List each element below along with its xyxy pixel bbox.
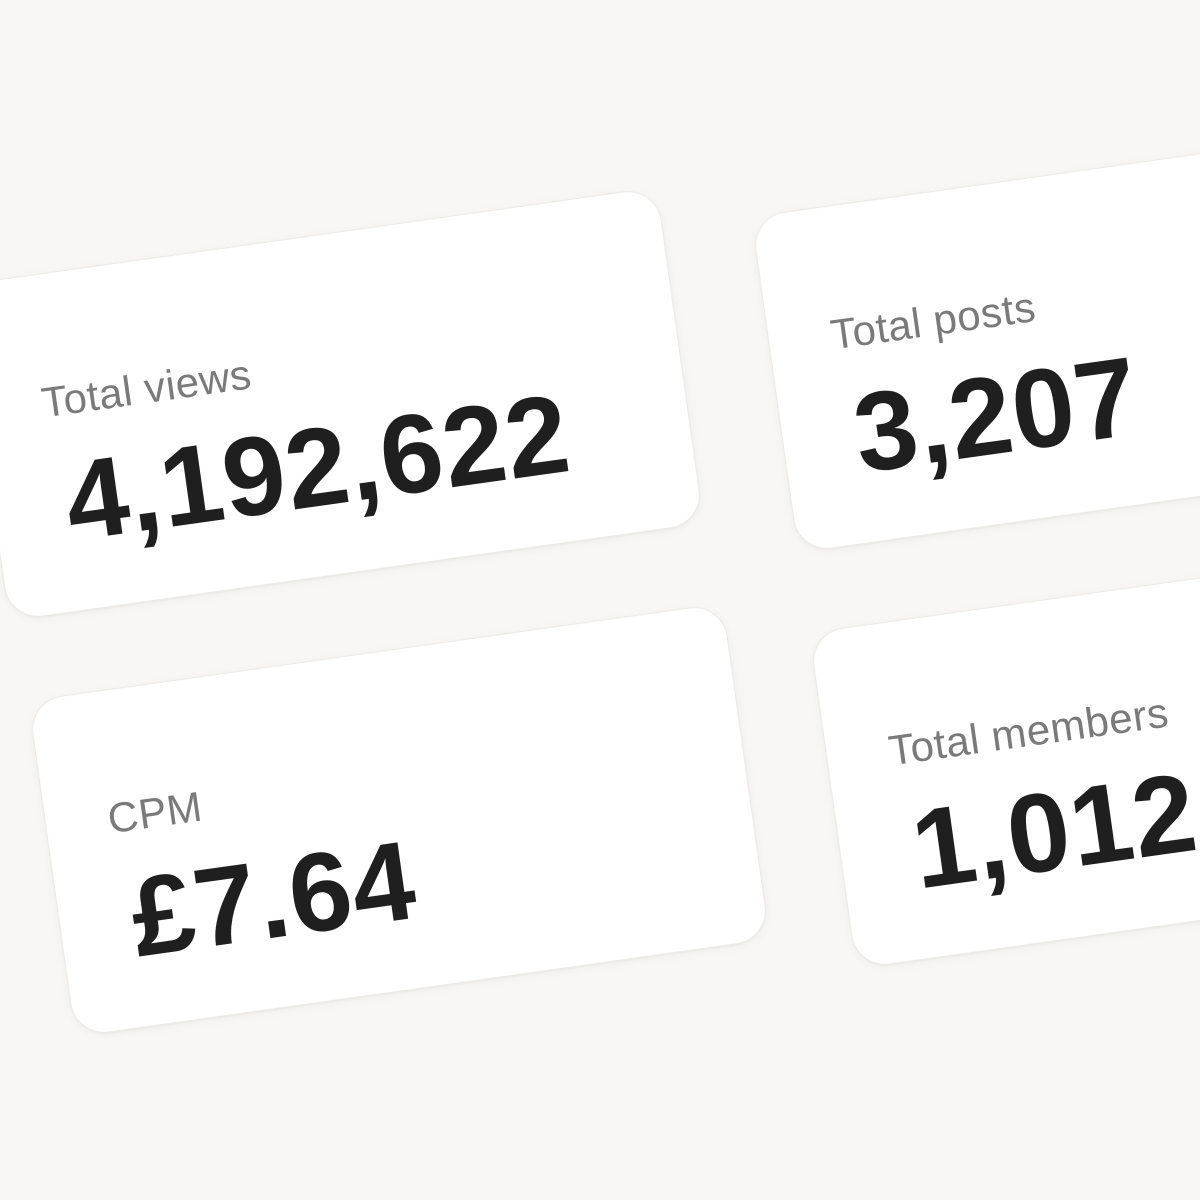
stat-card-total-members: Total members 1,012 <box>808 534 1200 970</box>
stat-label: CPM <box>104 782 206 843</box>
stat-value: £7.64 <box>123 817 424 981</box>
stat-value: 3,207 <box>846 333 1147 497</box>
stat-card-total-posts: Total posts 3,207 <box>750 118 1200 554</box>
stat-value: 1,012 <box>904 749 1200 913</box>
stat-card-total-views: Total views 4,192,622 <box>0 186 705 622</box>
stat-label: Total views <box>38 350 255 427</box>
stats-grid: Total views 4,192,622 Total posts 3,207 … <box>0 0 1200 1200</box>
stat-card-cpm: CPM £7.64 <box>27 602 771 1038</box>
stat-label: Total posts <box>827 283 1039 359</box>
